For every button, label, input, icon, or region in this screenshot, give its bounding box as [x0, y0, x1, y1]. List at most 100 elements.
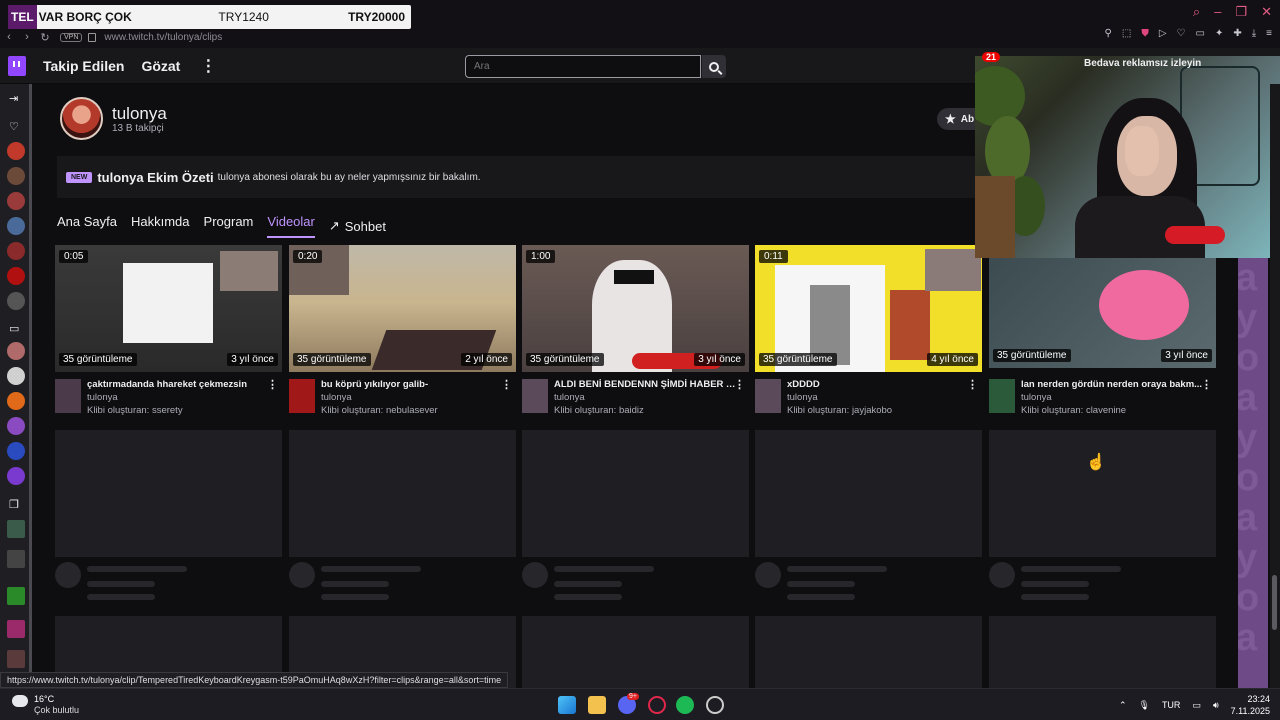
clip-channel-avatar[interactable]	[989, 379, 1015, 413]
clip-channel-avatar[interactable]	[289, 379, 315, 413]
clip-channel[interactable]: tulonya	[321, 392, 352, 403]
spotify-icon[interactable]	[676, 696, 694, 714]
puzzle-icon[interactable]: ✚	[1233, 28, 1241, 39]
tab-chat[interactable]: ↗ Sohbet	[329, 214, 386, 238]
volume-icon[interactable]: 🔊︎	[1213, 700, 1219, 711]
tab-about[interactable]: Hakkımda	[131, 214, 190, 238]
search-input[interactable]	[465, 55, 701, 78]
scrollbar-thumb[interactable]	[1272, 575, 1277, 630]
copy-icon[interactable]: ❐	[9, 498, 19, 511]
reload-icon[interactable]: ↻	[36, 31, 54, 44]
clip-thumbnail[interactable]: 0:05 35 görüntüleme 3 yıl önce	[55, 245, 282, 372]
clip-title[interactable]: ALDI BENİ BENDENNN ŞİMDİ HABER Y...	[554, 379, 736, 390]
category-thumbnail[interactable]	[7, 587, 25, 605]
clip-channel-avatar[interactable]	[755, 379, 781, 413]
channel-name[interactable]: tulonya	[112, 104, 167, 124]
download-icon[interactable]: ⤓	[1252, 28, 1256, 39]
clip-creator[interactable]: Klibi oluşturan: sserety	[87, 405, 183, 416]
pin-icon[interactable]: ⚲	[1105, 28, 1112, 39]
menu-icon[interactable]: ≡	[1266, 28, 1272, 39]
channel-avatar[interactable]	[7, 292, 25, 310]
clip-channel[interactable]: tulonya	[554, 392, 585, 403]
minimize-button[interactable]: –	[1214, 4, 1221, 20]
clip-thumbnail[interactable]: 0:11 35 görüntüleme 4 yıl önce	[755, 245, 982, 372]
channel-avatar[interactable]	[7, 242, 25, 260]
heart-icon[interactable]: ♡	[9, 120, 19, 133]
ext-icon[interactable]: ✦	[1215, 28, 1223, 39]
channel-avatar[interactable]	[7, 442, 25, 460]
file-explorer-icon[interactable]	[588, 696, 606, 714]
channel-avatar[interactable]	[7, 417, 25, 435]
address-bar[interactable]: www.twitch.tv/tulonya/clips	[104, 32, 222, 43]
restore-button[interactable]: ❐	[1235, 4, 1247, 20]
clip-channel[interactable]: tulonya	[87, 392, 118, 403]
clip-creator[interactable]: Klibi oluşturan: jayjakobo	[787, 405, 892, 416]
channel-avatar[interactable]	[7, 367, 25, 385]
clip-title[interactable]: çaktırmadanda hhareket çekmezsin	[87, 379, 269, 390]
clip-channel-avatar[interactable]	[522, 379, 548, 413]
more-options-icon[interactable]: ⋮	[267, 378, 278, 391]
shield-icon[interactable]: ⛊	[1141, 28, 1149, 39]
more-options-icon[interactable]: ⋮	[734, 378, 745, 391]
tab-schedule[interactable]: Program	[204, 214, 254, 238]
collapse-sidebar-icon[interactable]: ⇥	[9, 92, 18, 105]
clip-creator[interactable]: Klibi oluşturan: clavenine	[1021, 405, 1126, 416]
clip-thumbnail[interactable]: 1:00 35 görüntüleme 3 yıl önce	[522, 245, 749, 372]
clip-title[interactable]: xDDDD	[787, 379, 969, 390]
opera-icon[interactable]	[648, 696, 666, 714]
channel-avatar[interactable]	[7, 167, 25, 185]
tab-home[interactable]: Ana Sayfa	[57, 214, 117, 238]
channel-avatar[interactable]	[7, 217, 25, 235]
twitch-logo-icon[interactable]	[8, 55, 26, 76]
windows-start-icon[interactable]	[558, 696, 576, 714]
lock-icon[interactable]	[88, 32, 97, 42]
notification-badge[interactable]: 21	[982, 52, 1001, 62]
category-thumbnail[interactable]	[7, 650, 25, 668]
video-icon[interactable]: ▭	[9, 322, 19, 335]
forward-icon[interactable]: ›	[18, 31, 36, 43]
channel-avatar[interactable]	[7, 142, 25, 160]
chevron-up-icon[interactable]: ⌃	[1119, 700, 1127, 711]
tab-videos[interactable]: Videolar	[267, 214, 315, 238]
clip-channel[interactable]: tulonya	[1021, 392, 1052, 403]
vpn-badge[interactable]: VPN	[60, 32, 83, 42]
channel-avatar[interactable]	[7, 467, 25, 485]
clip-thumbnail[interactable]: 0:20 35 görüntüleme 2 yıl önce	[289, 245, 516, 372]
close-button[interactable]: ✕	[1261, 4, 1272, 20]
opera-gx-icon[interactable]	[706, 696, 724, 714]
cloud-icon[interactable]	[12, 695, 28, 707]
clip-title[interactable]: lan nerden gördün nerden oraya bakm...	[1021, 379, 1203, 390]
channel-avatar[interactable]	[7, 342, 25, 360]
back-icon[interactable]: ‹	[0, 31, 18, 43]
play-icon[interactable]: ▷	[1159, 28, 1167, 39]
weather-description[interactable]: Çok bulutlu	[34, 705, 79, 715]
category-thumbnail[interactable]	[7, 620, 25, 638]
more-icon[interactable]: ⋮	[200, 56, 216, 76]
clip-thumbnail[interactable]: 35 görüntüleme 3 yıl önce	[989, 245, 1216, 368]
channel-avatar[interactable]	[7, 392, 25, 410]
network-icon[interactable]: ▭	[1192, 700, 1201, 711]
screenshot-icon[interactable]: ⬚	[1122, 28, 1131, 39]
more-options-icon[interactable]: ⋮	[967, 378, 978, 391]
nav-following[interactable]: Takip Edilen	[43, 58, 124, 74]
search-button[interactable]	[702, 55, 726, 78]
category-thumbnail[interactable]	[7, 550, 25, 568]
nav-browse[interactable]: Gözat	[141, 58, 180, 74]
clip-creator[interactable]: Klibi oluşturan: baidiz	[554, 405, 644, 416]
adfree-button[interactable]: Bedava reklamsız izleyin	[1084, 58, 1201, 74]
clock[interactable]: 23:24 7.11.2025	[1231, 693, 1270, 717]
search-icon[interactable]: ⌕	[1193, 4, 1200, 20]
sidebar-scrollbar[interactable]	[29, 84, 32, 674]
weather-temperature[interactable]: 16°C	[34, 694, 54, 704]
channel-avatar[interactable]	[7, 192, 25, 210]
clip-title[interactable]: bu köprü yıkılıyor galib-	[321, 379, 503, 390]
sidebar-icon[interactable]: ▭	[1196, 28, 1205, 39]
category-thumbnail[interactable]	[7, 520, 25, 538]
channel-avatar[interactable]	[7, 267, 25, 285]
clip-channel-avatar[interactable]	[55, 379, 81, 413]
channel-avatar[interactable]	[60, 97, 103, 140]
clip-channel[interactable]: tulonya	[787, 392, 818, 403]
microphone-icon[interactable]: 🎙︎	[1139, 700, 1150, 711]
clip-creator[interactable]: Klibi oluşturan: nebulasever	[321, 405, 438, 416]
heart-icon[interactable]: ♡	[1177, 28, 1186, 39]
